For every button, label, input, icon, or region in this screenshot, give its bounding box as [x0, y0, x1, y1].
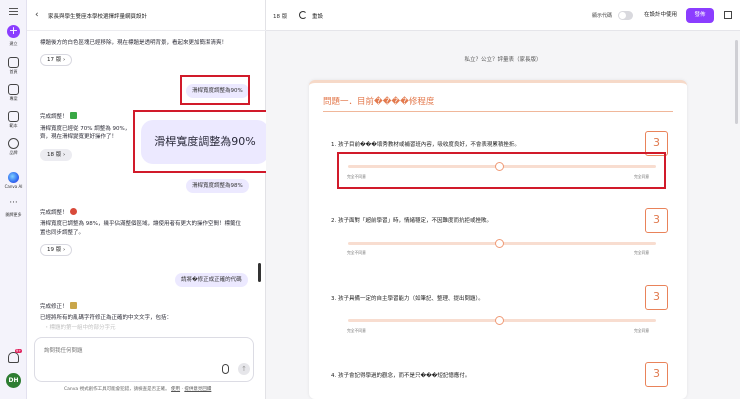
highlight-box [337, 152, 666, 189]
home-icon [8, 57, 19, 68]
rail-item-brand[interactable]: 品牌 [0, 138, 27, 156]
bell-icon[interactable] [8, 352, 19, 363]
rail-label: 品牌 [9, 150, 18, 155]
preview-scrollbar[interactable] [735, 40, 738, 124]
scale-left-label: 完全不同意 [347, 250, 366, 255]
chat-scrollbar[interactable] [258, 263, 261, 282]
rail-label: 開牌更多 [5, 212, 22, 217]
canva-ai-icon [8, 172, 19, 183]
chat-composer[interactable]: 詢問我任何問題 ↑ [34, 337, 254, 382]
assistant-message: ・標題的第一組中的部分字元 [44, 325, 116, 331]
user-message: 滑桿寬度調整為98% [186, 179, 249, 193]
feedback-link[interactable]: 提供意見回饋 [184, 387, 211, 392]
back-arrow-icon[interactable]: ‹ [35, 10, 39, 20]
disclaimer-link[interactable]: 使用 [171, 387, 180, 392]
brand-icon [8, 138, 19, 149]
show-code-toggle[interactable] [618, 11, 633, 20]
version-button-19[interactable]: 19 版 › [40, 244, 73, 256]
version-indicator: 18 版 [273, 14, 288, 20]
create-label-text: 建立 [9, 41, 18, 46]
assistant-message-title: 完成修正！ [40, 302, 77, 312]
notification-badge: 9+ [15, 349, 23, 353]
chat-title: 家長與學生雙座本學校選擇評量網頁設計 [48, 14, 148, 20]
folder-icon [8, 84, 19, 95]
create-button[interactable]: + [7, 25, 20, 38]
rail-label: Canva AI [4, 184, 23, 189]
expand-icon[interactable] [724, 11, 732, 19]
disclaimer-text: Canva 視式創作工具可能會犯錯，請檢查是否正確。 [64, 387, 170, 392]
publish-button[interactable]: 發佈 [686, 8, 714, 23]
message-title-text: 完成調整！ [40, 210, 68, 216]
avatar[interactable]: DH [6, 373, 21, 388]
question-text: 3. 孩子具備一定的自主學習能力（如筆記、整理、提出問題）。 [331, 296, 484, 302]
menu-icon[interactable] [9, 8, 18, 15]
user-message: 請將�修正成正確的代碼 [175, 273, 248, 287]
left-rail: + 建立 首頁 專案 範本 品牌 Canva AI ··· 開牌更多 9+ DH [0, 0, 27, 399]
version-label: 18 版 [47, 152, 62, 158]
assistant-message: 已經將所有的亂碼字符修正為正確的中文文字，包括： [40, 315, 173, 321]
reset-icon[interactable] [299, 11, 307, 19]
show-code-label: 顯示代碼 [592, 13, 613, 19]
microphone-icon[interactable] [222, 364, 229, 374]
rail-label: 專案 [9, 96, 18, 101]
disclaimer: Canva 視式創作工具可能會犯錯，請檢查是否正確。 使用 · 提供意見回饋 [64, 387, 212, 392]
question-text: 1. 孩子目前���壞秀教材或補習班內容，吸收度良好，不會表現累積挫折。 [331, 142, 520, 148]
assistant-message-title: 完成調整！ [40, 208, 77, 218]
editor-topbar: 18 版 重設 顯示代碼 在設計中使用 發佈 [266, 0, 740, 31]
assistant-message: 置也同步調整了。 [40, 230, 85, 236]
rail-item-projects[interactable]: 專案 [0, 84, 27, 102]
more-icon: ··· [9, 198, 18, 208]
version-label: 19 版 [47, 247, 62, 253]
rail-item-templates[interactable]: 範本 [0, 111, 27, 129]
use-in-design-button[interactable]: 在設計中使用 [638, 8, 683, 23]
section-title: 問題一．目前����修程度 [323, 97, 435, 107]
sparkle-emoji-icon [69, 302, 77, 309]
question-text: 2. 孩子面對「超前學習」時，情緒穩定，不因難度而抗拒或挫敗。 [331, 218, 492, 224]
rail-label: 首頁 [9, 69, 18, 74]
zoomed-user-message: 滑桿寬度調整為90% [141, 120, 269, 164]
slider-knob[interactable] [495, 239, 504, 248]
assistant-message: 齊，現在滑桿變寬更好操作了！ [40, 134, 118, 140]
scale-right-label: 完全同意 [634, 250, 650, 255]
rail-item-more[interactable]: ··· 開牌更多 [0, 198, 27, 218]
chat-header: ‹ 家長與學生雙座本學校選擇評量網頁設計 [27, 0, 266, 31]
highlight-box [180, 75, 250, 105]
target-emoji-icon [69, 208, 77, 215]
assistant-message: 滑桿寬度已調整為 98%，幾乎佔滿整個區域，讓使用者有更大的操作空間！標籤位 [40, 221, 241, 227]
assistant-message-title: 完成調整！ [40, 112, 77, 122]
template-icon [8, 111, 19, 122]
form-heading: 私立？公立？評量表（家長版） [464, 57, 542, 63]
score-box: 3 [645, 362, 668, 387]
send-button[interactable]: ↑ [238, 363, 250, 375]
assistant-message: 標題後方的白色區塊已經移除，現在標題是透明背景，看起來更加簡潔清爽！ [40, 40, 228, 46]
score-box: 3 [645, 285, 668, 310]
check-emoji-icon [69, 112, 77, 119]
message-title-text: 完成修正！ [40, 304, 68, 310]
scale-left-label: 完全不同意 [347, 328, 366, 333]
version-button-18[interactable]: 18 版 › [40, 149, 73, 161]
rail-item-canva-ai[interactable]: Canva AI [0, 172, 27, 189]
message-title-text: 完成調整！ [40, 114, 68, 120]
scale-right-label: 完全同意 [634, 328, 650, 333]
composer-placeholder[interactable]: 詢問我任何問題 [44, 346, 83, 354]
rail-label: 範本 [9, 123, 18, 128]
reset-button[interactable]: 重設 [312, 12, 323, 20]
section-divider [323, 111, 673, 112]
rail-item-home[interactable]: 首頁 [0, 57, 27, 75]
score-box: 3 [645, 208, 668, 233]
version-button-17[interactable]: 17 版 › [40, 54, 73, 66]
version-label: 17 版 [47, 57, 62, 63]
slider-knob[interactable] [495, 316, 504, 325]
question-text: 4. 孩子會記得學過的觀念，而不是只���短記憶應付。 [331, 373, 471, 379]
create-label: 建立 [0, 40, 27, 47]
